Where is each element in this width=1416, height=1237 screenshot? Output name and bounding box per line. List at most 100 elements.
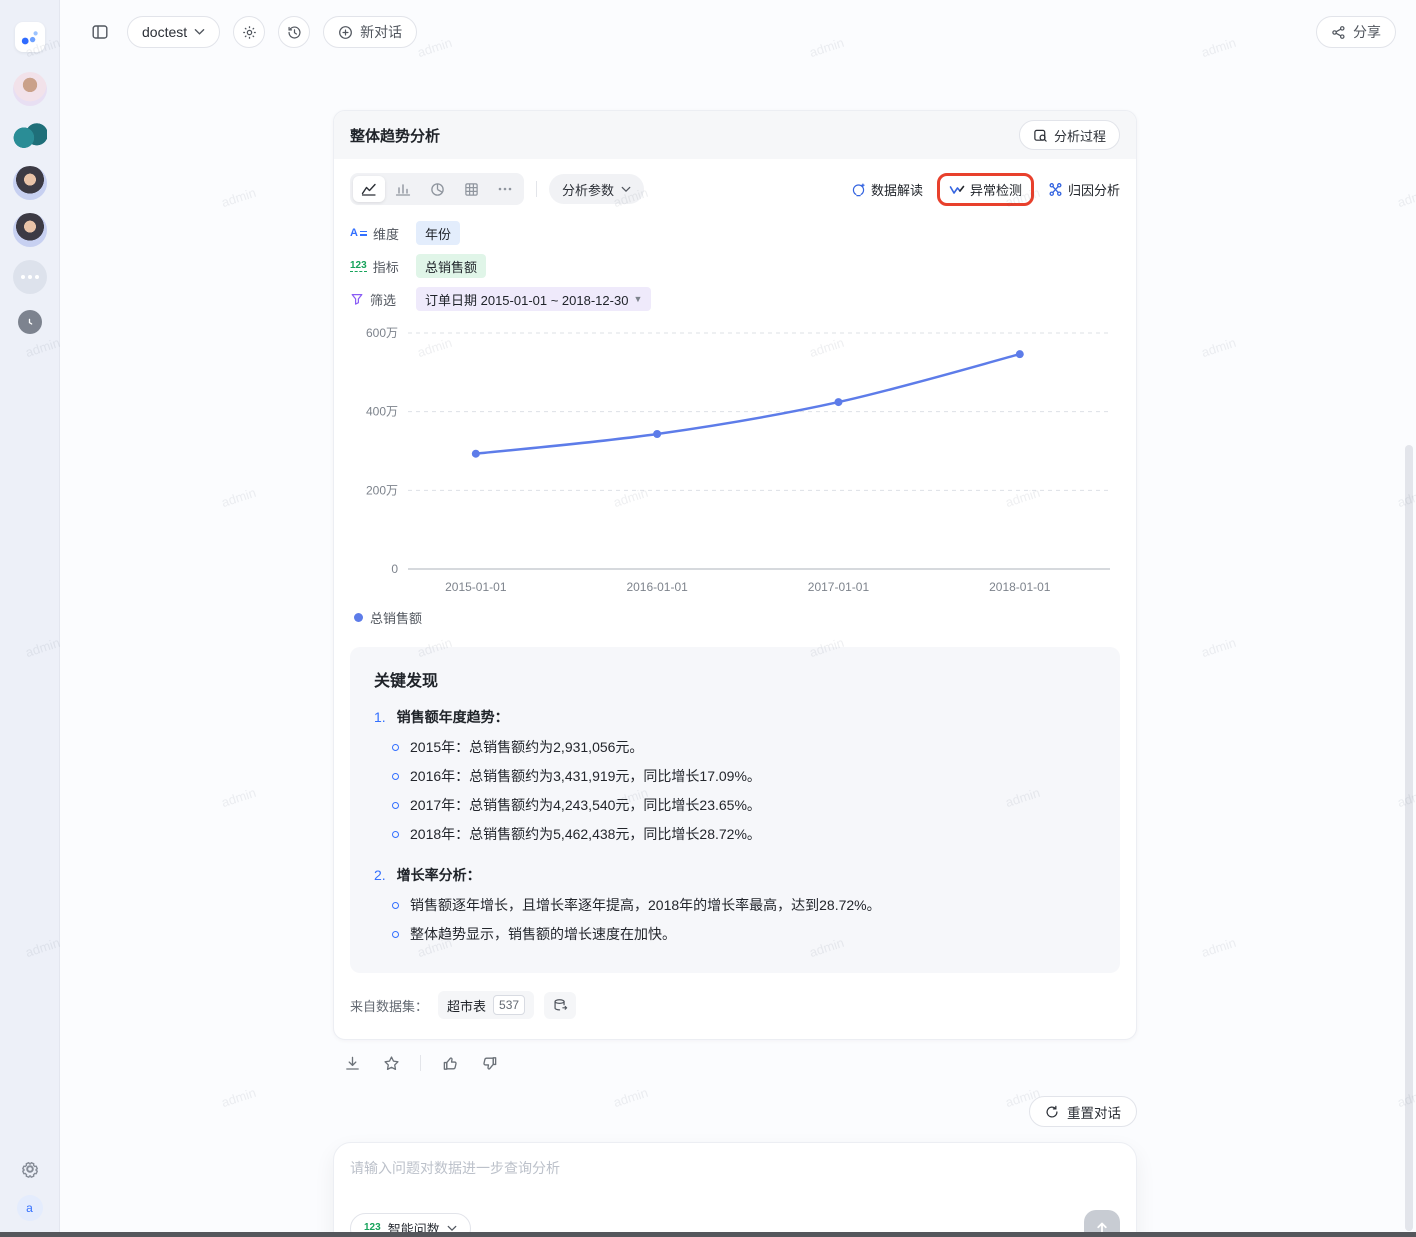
finding-number: 1.	[374, 709, 386, 725]
assistant-avatar-4[interactable]	[12, 213, 47, 247]
history-icon	[288, 26, 301, 38]
dimension-icon: A	[350, 227, 367, 239]
settings-gear-icon[interactable]	[20, 1159, 40, 1179]
data-interpret-button[interactable]: 数据解读	[851, 180, 923, 199]
analysis-params-button[interactable]: 分析参数	[549, 174, 645, 204]
history-clock-icon[interactable]	[17, 310, 42, 334]
sidebar-toggle-icon[interactable]	[86, 18, 114, 46]
funnel-icon	[351, 294, 363, 305]
finding-bullet: 2017年：总销售额约为4,243,540元，同比增长23.65%。	[374, 791, 1096, 820]
favorite-button[interactable]	[381, 1053, 401, 1073]
chart-type-more[interactable]	[489, 176, 521, 202]
finding-bullets: 2015年：总销售额约为2,931,056元。 2016年：总销售额约为3,43…	[374, 733, 1096, 849]
finding-bullet: 销售额逐年增长，且增长率逐年提高，2018年的增长率最高，达到28.72%。	[374, 891, 1096, 920]
dataset-db-button[interactable]	[544, 991, 577, 1019]
thumbs-up-button[interactable]	[440, 1053, 460, 1073]
filter-row: 筛选 订单日期 2015-01-01 ~ 2018-12-30 ▼	[350, 287, 1120, 311]
divider	[536, 181, 537, 197]
database-icon	[554, 998, 567, 1011]
assistant-avatar-1[interactable]	[12, 72, 47, 106]
app-logo[interactable]	[14, 22, 45, 52]
attribution-network-icon	[1049, 182, 1062, 196]
share-icon	[1332, 25, 1345, 39]
refresh-icon	[1046, 1105, 1058, 1117]
key-findings-panel: 关键发现 1. 销售额年度趋势： 2015年：总销售额约为2,931,056元。…	[350, 647, 1120, 973]
metric-tag[interactable]: 总销售额	[416, 254, 487, 278]
new-chat-button[interactable]: 新对话	[323, 16, 418, 48]
analysis-process-button[interactable]: 分析过程	[1018, 120, 1120, 150]
thumbs-down-button[interactable]	[479, 1053, 499, 1073]
plus-circle-icon	[339, 25, 353, 39]
attribution-button[interactable]: 归因分析	[1048, 180, 1120, 199]
scrollbar[interactable]	[1405, 445, 1413, 1231]
card-title: 整体趋势分析	[350, 127, 441, 145]
settings-button[interactable]	[233, 16, 266, 48]
reset-chat-label: 重置对话	[1067, 1105, 1121, 1121]
metric-label: 指标	[372, 259, 399, 275]
finding-bullet: 2015年：总销售额约为2,931,056元。	[374, 733, 1096, 762]
chart-toolbar: 分析参数 数据解读 异常检测 归因分析	[350, 172, 1120, 206]
svg-text:200万: 200万	[366, 483, 398, 497]
assistant-avatar-2[interactable]	[12, 119, 47, 153]
dimension-label: 维度	[372, 226, 399, 242]
assistant-list	[12, 72, 47, 334]
chevron-down-icon	[621, 186, 631, 192]
finding-bullet: 2016年：总销售额约为3,431,919元，同比增长17.09%。	[374, 762, 1096, 791]
thumbs-down-icon	[482, 1056, 496, 1070]
svg-text:0: 0	[391, 562, 398, 576]
filter-value: 订单日期 2015-01-01 ~ 2018-12-30	[425, 292, 629, 308]
chart-type-pie[interactable]	[421, 176, 453, 202]
chart-type-bar[interactable]	[387, 176, 419, 202]
chart-type-group	[350, 173, 524, 205]
pie-chart-icon	[430, 182, 444, 196]
new-chat-label: 新对话	[360, 24, 403, 40]
dimension-value: 年份	[425, 226, 452, 242]
svg-text:2015-01-01: 2015-01-01	[445, 580, 507, 594]
anomaly-detect-label: 异常检测	[969, 182, 1022, 198]
more-assistants-button[interactable]	[12, 260, 47, 294]
logo-icon	[21, 31, 38, 45]
chart-legend[interactable]: 总销售额	[350, 608, 1120, 627]
divider	[420, 1055, 421, 1071]
workspace-selector[interactable]: doctest	[127, 16, 221, 48]
process-label: 分析过程	[1053, 128, 1106, 144]
chat-input[interactable]	[350, 1158, 1120, 1210]
chart-type-line[interactable]	[353, 176, 385, 202]
user-avatar[interactable]: a	[16, 1195, 43, 1221]
line-chart-icon	[361, 183, 376, 196]
svg-text:400万: 400万	[366, 405, 398, 419]
analysis-card: 整体趋势分析 分析过程 分析参数 数据解读 异常检测 归因分析 A 维度 年份 …	[333, 110, 1137, 1040]
table-icon	[464, 182, 478, 196]
card-body: 分析参数 数据解读 异常检测 归因分析 A 维度 年份 123 指标 总销售额 …	[334, 159, 1136, 1039]
sidebar: a	[0, 0, 60, 1237]
chart-type-table[interactable]	[455, 176, 487, 202]
metric-row: 123 指标 总销售额	[350, 254, 1120, 278]
line-chart-canvas: 0 200万 400万 600万 2015-01-01 2016-01-01 2017-01…	[366, 326, 1110, 594]
message-actions	[342, 1053, 1137, 1073]
legend-label: 总销售额	[370, 611, 423, 626]
svg-text:2018-01-01: 2018-01-01	[989, 580, 1051, 594]
download-button[interactable]	[342, 1053, 362, 1073]
share-button[interactable]: 分享	[1316, 16, 1396, 48]
trend-chart[interactable]: 0 200万 400万 600万 2015-01-01 2016-01-01 2017-01…	[350, 321, 1120, 604]
filter-tag[interactable]: 订单日期 2015-01-01 ~ 2018-12-30 ▼	[416, 287, 652, 311]
findings-title: 关键发现	[374, 673, 439, 690]
workspace-name: doctest	[142, 24, 188, 40]
app-screen: a doctest 新对话 分享 整体趋势分析 分析过程 分析参数 数据解读 异…	[0, 0, 1416, 1237]
anomaly-line-icon	[949, 185, 965, 194]
more-icon	[498, 187, 512, 191]
dataset-tag[interactable]: 超市表 537	[438, 991, 535, 1019]
metric-value: 总销售额	[425, 259, 478, 275]
anomaly-detect-button[interactable]: 异常检测	[949, 180, 1022, 199]
params-label: 分析参数	[562, 182, 615, 198]
share-label: 分享	[1353, 24, 1381, 40]
filter-label: 筛选	[370, 292, 397, 308]
reset-chat-button[interactable]: 重置对话	[1029, 1096, 1137, 1127]
data-interpret-label: 数据解读	[870, 182, 923, 198]
dimension-tag[interactable]: 年份	[416, 221, 461, 245]
chat-input-card: 123 智能问数	[333, 1142, 1137, 1237]
bar-chart-icon	[395, 184, 411, 196]
finding-bullet: 整体趋势显示，销售额的增长速度在加快。	[374, 920, 1096, 949]
history-button[interactable]	[278, 16, 311, 48]
assistant-avatar-3[interactable]	[12, 166, 47, 200]
